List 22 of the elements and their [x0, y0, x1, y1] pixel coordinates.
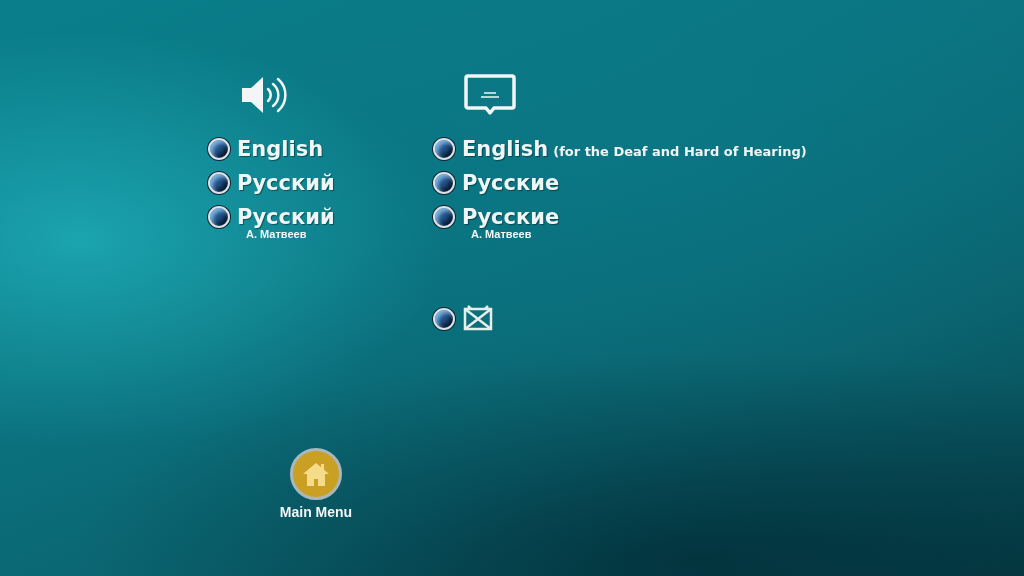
language-option[interactable]: English: [237, 137, 324, 161]
main-menu-label: Main Menu: [279, 504, 353, 520]
language-option[interactable]: English: [462, 137, 549, 161]
home-icon: [301, 461, 331, 487]
subtitles-off-icon: [462, 305, 494, 333]
language-option[interactable]: Русские: [462, 171, 560, 195]
language-option[interactable]: Русский: [237, 171, 335, 195]
orb-icon[interactable]: [433, 172, 455, 194]
orb-icon[interactable]: [433, 308, 455, 330]
translator-credit: А. Матвеев: [246, 228, 308, 240]
option-note: (for the Deaf and Hard of Hearing): [553, 143, 807, 159]
orb-icon[interactable]: [208, 206, 230, 228]
orb-icon[interactable]: [433, 206, 455, 228]
translator-credit: А. Матвеев: [471, 228, 533, 240]
home-button[interactable]: [290, 448, 342, 500]
subtitle-screen-icon: [464, 74, 516, 116]
orb-icon[interactable]: [208, 172, 230, 194]
language-option[interactable]: Русские: [462, 205, 560, 229]
orb-icon[interactable]: [433, 138, 455, 160]
speaker-icon: [240, 74, 288, 116]
orb-icon[interactable]: [208, 138, 230, 160]
language-option[interactable]: Русский: [237, 205, 335, 229]
